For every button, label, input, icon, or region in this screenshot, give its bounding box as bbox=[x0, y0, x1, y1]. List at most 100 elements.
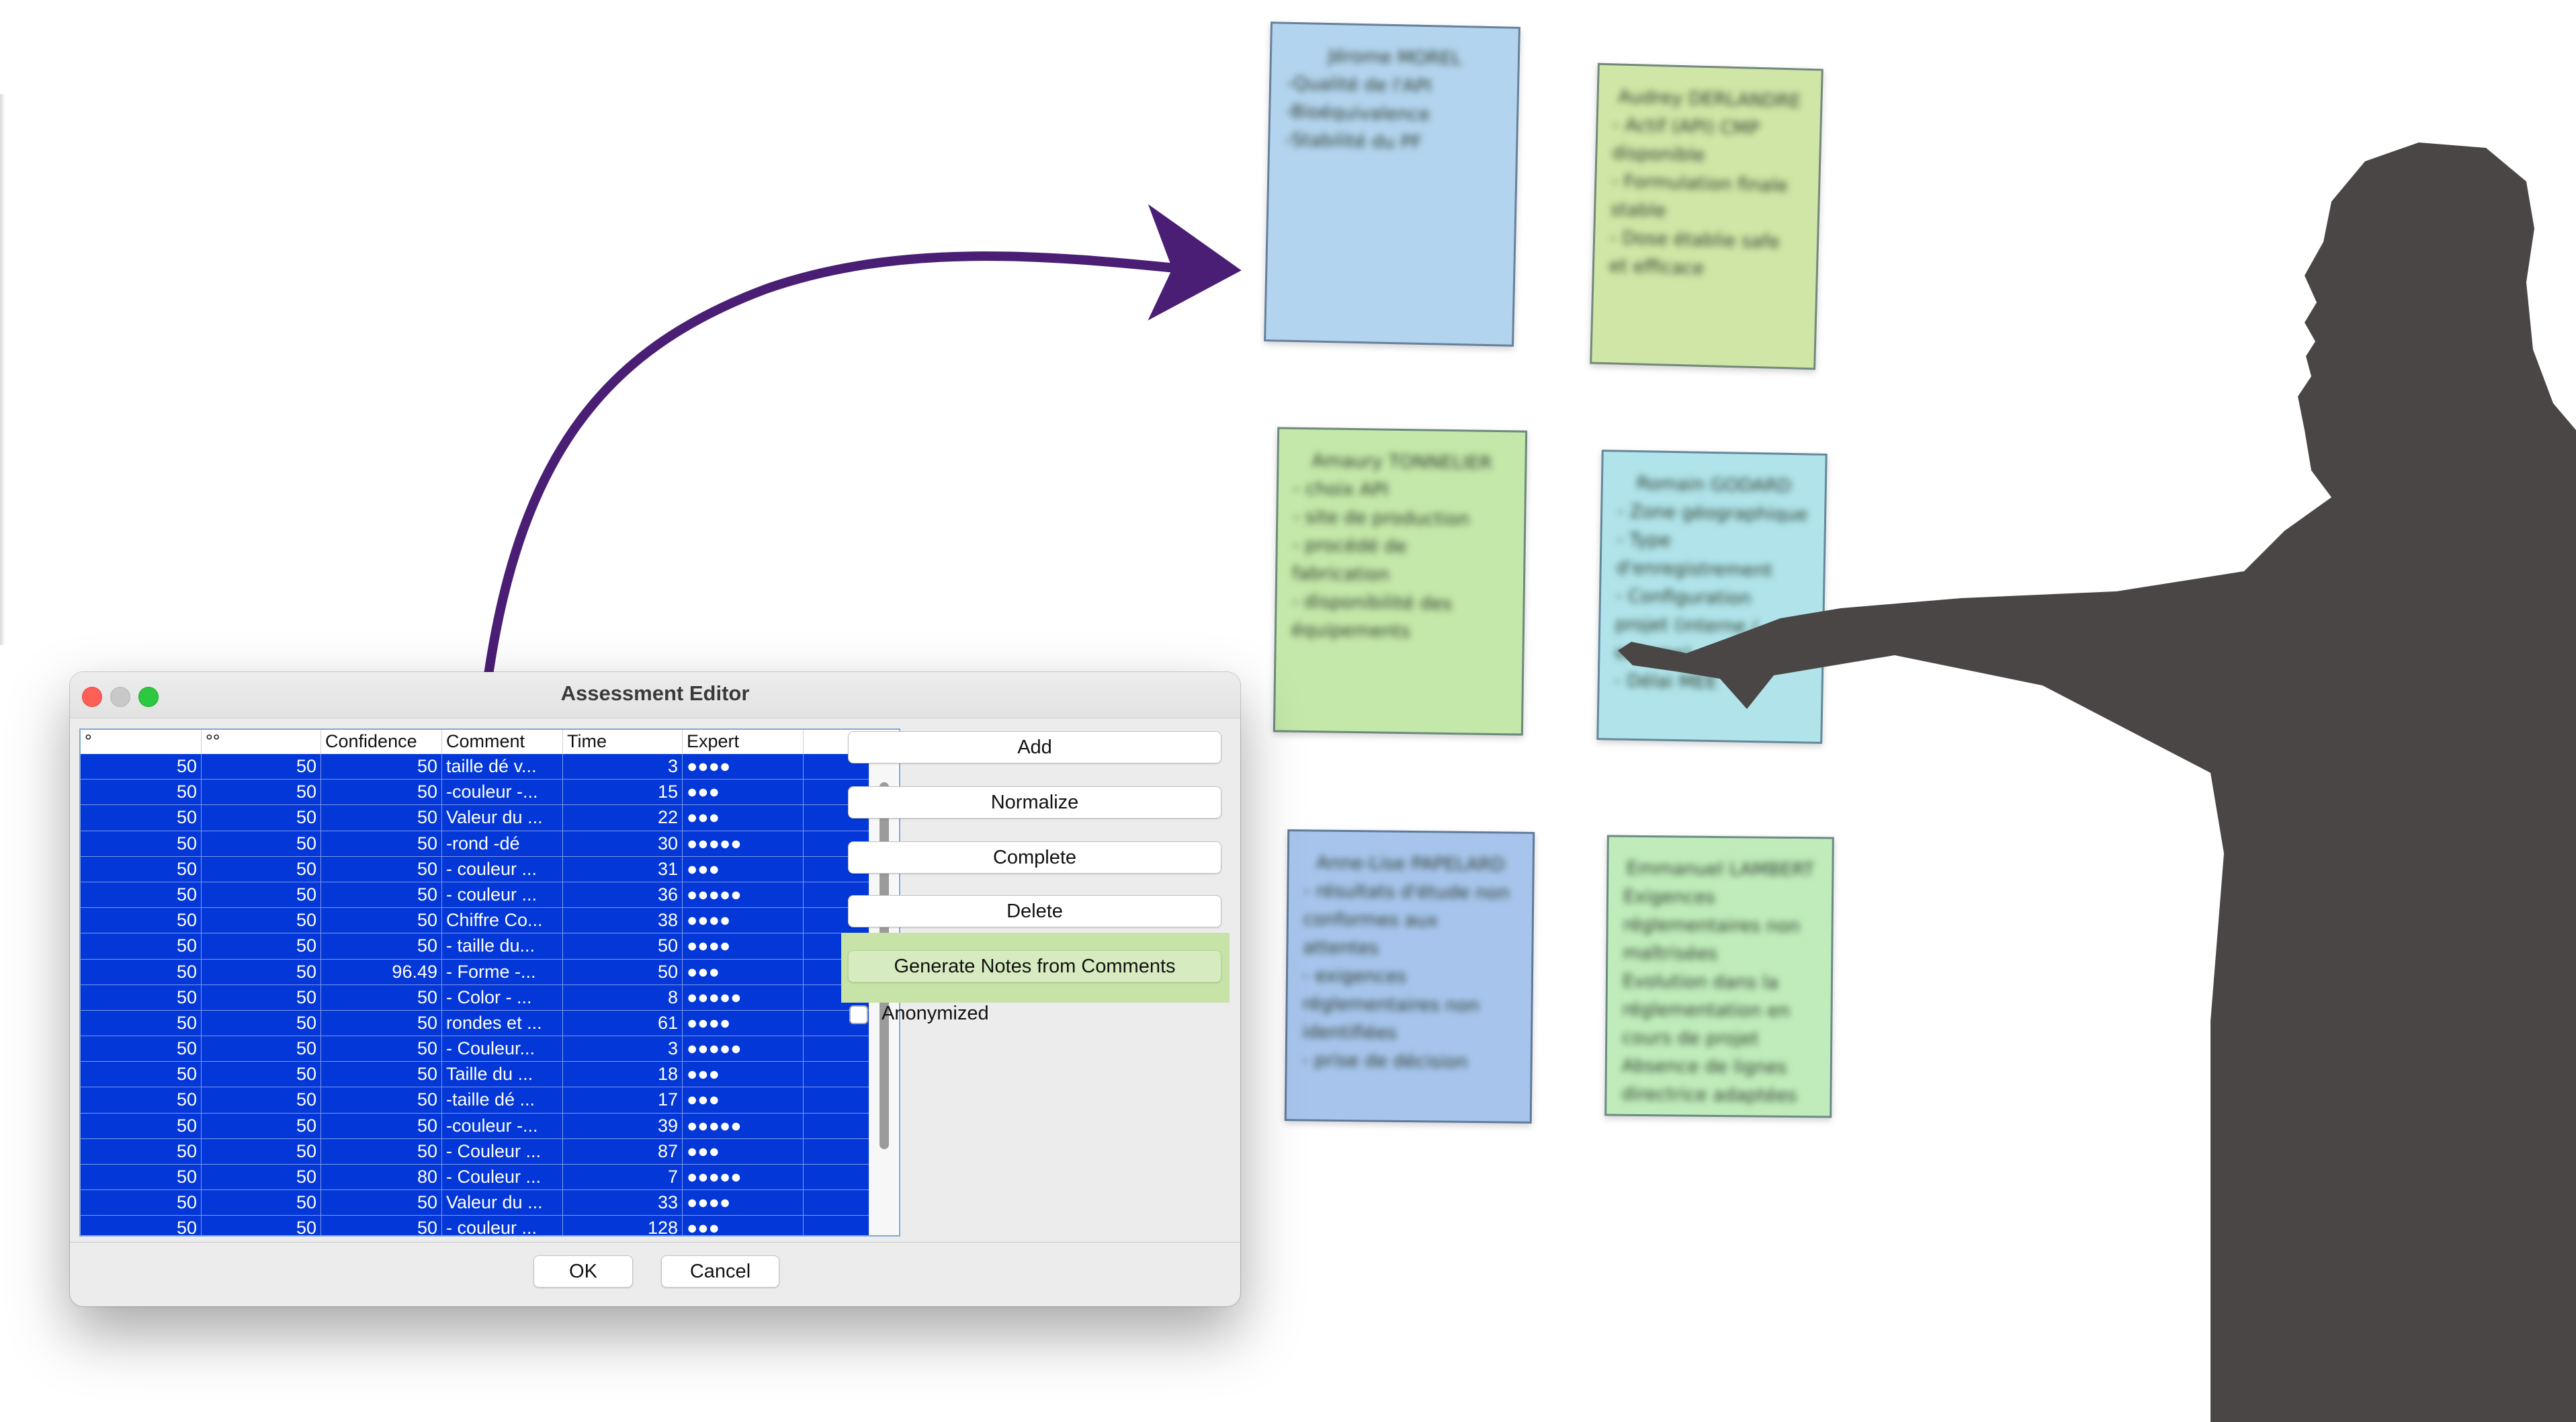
cell-expert: ●●● bbox=[683, 1216, 804, 1235]
sticky-note-line: - Formulation finale stable bbox=[1610, 171, 1789, 222]
footer-divider bbox=[70, 1242, 1240, 1243]
cell-degree: 50 bbox=[81, 1062, 202, 1087]
sticky-note-line: - Configuration projet (interne / extern… bbox=[1615, 585, 1758, 665]
cell-comment: -couleur -... bbox=[442, 1113, 563, 1138]
column-header-degree[interactable]: ° bbox=[81, 730, 202, 754]
sticky-note: Jérome MOREL -Qualité de l'API -Bioéquival… bbox=[1264, 22, 1520, 347]
dialog-title: Assessment Editor bbox=[560, 681, 750, 705]
anonymized-checkbox[interactable] bbox=[849, 1005, 868, 1024]
cell-degree: 50 bbox=[81, 831, 202, 856]
table-row[interactable]: 50 50 50 Chiffre Co... 38 ●●●● bbox=[81, 908, 869, 934]
cell-degree: 50 bbox=[81, 1216, 202, 1235]
sticky-note-line: - Actif (API) CMP disponible bbox=[1612, 114, 1760, 166]
table-header: ° °° Confidence Comment Time Expert bbox=[81, 730, 869, 755]
table-row[interactable]: 50 50 50- couleur ... 128 ●●● bbox=[81, 1216, 869, 1235]
cell-confidence: 50 bbox=[321, 985, 442, 1010]
sticky-note-line: - disponibilité des équipements bbox=[1291, 591, 1453, 642]
sticky-note-text: Audrey DERLANDRE - Actif (API) CMP dispon… bbox=[1594, 65, 1821, 298]
cell-confidence: 50 bbox=[321, 754, 442, 780]
cell-expert: ●●●●● bbox=[683, 882, 804, 908]
sticky-note-line: - Dose établie safe et efficace bbox=[1608, 227, 1780, 279]
delete-button[interactable]: Delete bbox=[848, 895, 1221, 927]
table-row[interactable]: 50 50 50 -couleur -... 39 ●●●●● bbox=[81, 1113, 869, 1139]
column-header-double-degree[interactable]: °° bbox=[202, 730, 321, 754]
add-button[interactable]: Add bbox=[848, 731, 1221, 763]
cell-expert: ●●●● bbox=[683, 933, 804, 959]
table-row[interactable]: 50 50 50- couleur ... 31 ●●● bbox=[81, 856, 869, 882]
cell-time: 3 bbox=[563, 754, 683, 780]
cell-comment: - Couleur... bbox=[442, 1036, 563, 1062]
complete-button[interactable]: Complete bbox=[848, 841, 1221, 874]
cell-time: 36 bbox=[563, 882, 683, 908]
cell-double-degree: 50 bbox=[202, 856, 321, 882]
cell-expert: ●●● bbox=[683, 856, 804, 882]
sticky-note-line: - Délai MEE bbox=[1614, 670, 1718, 694]
cell-expert: ●●●●● bbox=[683, 1036, 804, 1062]
cell-time: 39 bbox=[563, 1113, 683, 1138]
cell-comment: - Couleur ... bbox=[442, 1138, 563, 1164]
cell-comment: - taille du... bbox=[442, 933, 563, 959]
column-header-confidence[interactable]: Confidence bbox=[321, 730, 442, 754]
sticky-note-line: - site de production bbox=[1293, 506, 1470, 530]
column-header-expert[interactable]: Expert bbox=[683, 730, 804, 754]
cell-time: 18 bbox=[563, 1062, 683, 1087]
table-row[interactable]: 50 50 50- Couleur ... 87 ●●● bbox=[81, 1138, 869, 1165]
cell-degree: 50 bbox=[81, 1036, 202, 1062]
table-row[interactable]: 50 50 50 -rond -dé 30 ●●●●● bbox=[81, 831, 869, 857]
cell-double-degree: 50 bbox=[202, 1062, 321, 1087]
sticky-note-line: - Zone géographique bbox=[1617, 501, 1808, 526]
cell-expert: ●●● bbox=[683, 1062, 804, 1087]
table-row[interactable]: 50 50 50- couleur ... 36 ●●●●● bbox=[81, 882, 869, 909]
cell-expert: ●●●●● bbox=[683, 831, 804, 856]
cell-comment: -taille dé ... bbox=[442, 1087, 563, 1113]
cell-degree: 50 bbox=[81, 805, 202, 831]
table-row[interactable]: 50 50 50- Color - ... 8 ●●●●● bbox=[81, 985, 869, 1011]
cell-comment: - couleur ... bbox=[442, 856, 563, 882]
anonymized-label: Anonymized bbox=[882, 1003, 989, 1024]
column-header-comment[interactable]: Comment bbox=[442, 730, 563, 754]
cell-comment: Chiffre Co... bbox=[442, 908, 563, 933]
sticky-note-line: - choix API bbox=[1293, 478, 1389, 501]
normalize-button[interactable]: Normalize bbox=[848, 786, 1221, 819]
cell-degree: 50 bbox=[81, 985, 202, 1010]
cell-comment: - couleur ... bbox=[442, 1216, 563, 1235]
cancel-button[interactable]: Cancel bbox=[661, 1255, 779, 1288]
cell-double-degree: 50 bbox=[202, 1190, 321, 1216]
table-row[interactable]: 50 50 50 Taille du ... 18 ●●● bbox=[81, 1062, 869, 1088]
cell-double-degree: 50 bbox=[202, 933, 321, 959]
cell-expert: ●●● bbox=[683, 805, 804, 831]
cell-time: 31 bbox=[563, 856, 683, 882]
table-row[interactable]: 50 50 50 -couleur -... 15 ●●● bbox=[81, 780, 869, 806]
cell-confidence: 50 bbox=[321, 882, 442, 908]
cell-double-degree: 50 bbox=[202, 1087, 321, 1113]
cell-double-degree: 50 bbox=[202, 985, 321, 1010]
column-header-time[interactable]: Time bbox=[563, 730, 683, 754]
sticky-note-author: Romain GODARD bbox=[1636, 473, 1792, 497]
table-row[interactable]: 50 50 50- Couleur... 3 ●●●●● bbox=[81, 1036, 869, 1062]
table-row[interactable]: 50 50 50- taille du... 50 ●●●● bbox=[81, 933, 869, 960]
sticky-note-text: Emmanuel LAMBERT Exigences réglementaires… bbox=[1606, 837, 1832, 1118]
cell-degree: 50 bbox=[81, 780, 202, 805]
sticky-note: Amaury TONNELIER - choix API - site de pro… bbox=[1273, 427, 1528, 736]
generate-notes-button[interactable]: Generate Notes from Comments bbox=[848, 950, 1221, 982]
table-row[interactable]: 50 50 50 rondes et ... 61 ●●●● bbox=[81, 1010, 869, 1037]
ok-button[interactable]: OK bbox=[533, 1255, 633, 1288]
cell-time: 30 bbox=[563, 831, 683, 856]
table-row[interactable]: 50 50 50 Valeur du ... 33 ●●●● bbox=[81, 1190, 869, 1216]
sticky-note-text: Romain GODARD - Zone géographique - Type d… bbox=[1599, 452, 1826, 711]
cell-double-degree: 50 bbox=[202, 780, 321, 805]
table-row[interactable]: 50 50 50 Valeur du ... 22 ●●● bbox=[81, 805, 869, 831]
cell-degree: 50 bbox=[81, 1165, 202, 1190]
assessment-table[interactable]: ° °° Confidence Comment Time Expert 50 50… bbox=[79, 728, 900, 1237]
title-bar: Assessment Editor bbox=[70, 672, 1240, 718]
cell-degree: 50 bbox=[81, 1113, 202, 1138]
cell-confidence: 50 bbox=[321, 856, 442, 882]
cell-degree: 50 bbox=[81, 754, 202, 780]
table-row[interactable]: 50 50 50 -taille dé ... 17 ●●● bbox=[81, 1087, 869, 1114]
cell-time: 22 bbox=[563, 805, 683, 831]
sticky-note-author: Emmanuel LAMBERT bbox=[1626, 858, 1815, 881]
table-row[interactable]: 50 50 96.49- Forme -... 50 ●●● bbox=[81, 959, 869, 985]
cell-double-degree: 50 bbox=[202, 831, 321, 856]
table-row[interactable]: 50 50 50 taille dé v... 3 ●●●● bbox=[81, 754, 869, 780]
table-row[interactable]: 50 50 80- Couleur ... 7 ●●●●● bbox=[81, 1165, 869, 1191]
